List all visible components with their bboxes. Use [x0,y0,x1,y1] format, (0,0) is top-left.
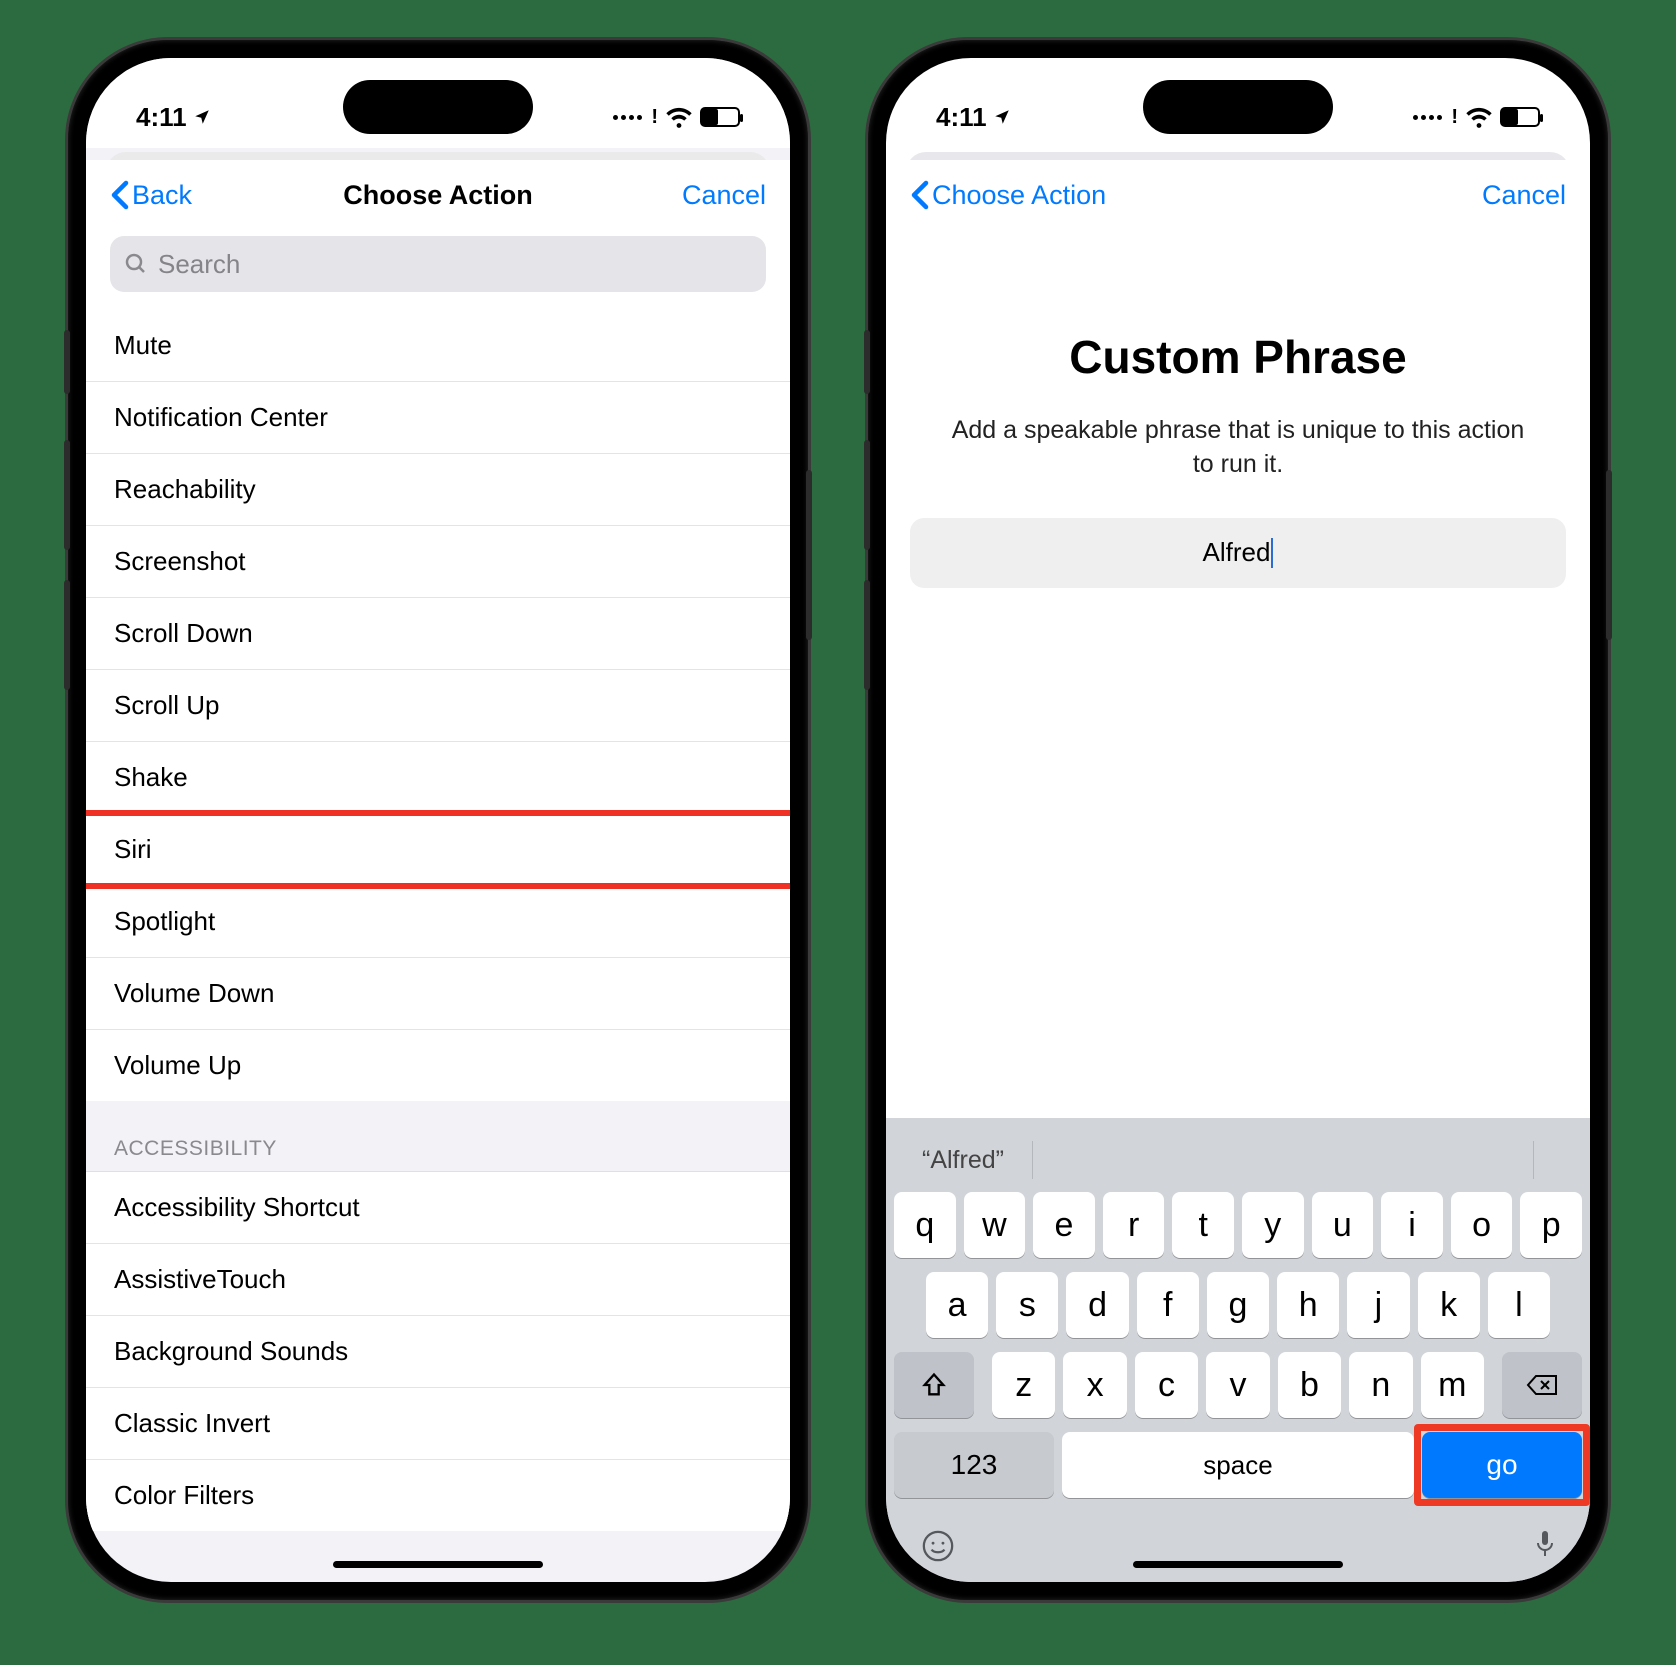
key-o[interactable]: o [1451,1192,1513,1258]
action-row-screenshot[interactable]: Screenshot [86,526,790,598]
nav-bar: Choose Action Cancel [886,160,1590,230]
home-indicator[interactable] [1133,1561,1343,1568]
space-key[interactable]: space [1062,1432,1414,1498]
action-row-notification-center[interactable]: Notification Center [86,382,790,454]
cellular-signal-icon: ! [613,106,658,129]
key-a[interactable]: a [926,1272,988,1338]
action-row-scroll-down[interactable]: Scroll Down [86,598,790,670]
key-r[interactable]: r [1103,1192,1165,1258]
prediction-1[interactable]: “Alfred” [918,1140,1008,1181]
action-row-spotlight[interactable]: Spotlight [86,886,790,958]
section-header-accessibility: ACCESSIBILITY [86,1101,790,1171]
numbers-key[interactable]: 123 [894,1432,1054,1498]
home-indicator[interactable] [333,1561,543,1568]
phrase-input[interactable]: Alfred [910,518,1566,588]
text-caret [1271,538,1273,568]
action-row-siri[interactable]: Siri [86,814,790,886]
status-time: 4:11 [936,102,987,133]
action-row-scroll-up[interactable]: Scroll Up [86,670,790,742]
wifi-icon [666,106,692,128]
battery-icon [700,107,740,127]
key-y[interactable]: y [1242,1192,1304,1258]
screen-left: 4:11 ! Back Choose Action Cancel [86,58,790,1582]
action-row-assistivetouch[interactable]: AssistiveTouch [86,1244,790,1316]
action-row-background-sounds[interactable]: Background Sounds [86,1316,790,1388]
page-subtitle: Add a speakable phrase that is unique to… [946,414,1530,482]
back-label: Back [132,180,192,211]
phrase-value: Alfred [1203,537,1271,568]
action-row-shake[interactable]: Shake [86,742,790,814]
key-b[interactable]: b [1278,1352,1341,1418]
wifi-icon [1466,106,1492,128]
cancel-button[interactable]: Cancel [1482,180,1566,211]
action-row-accessibility-shortcut[interactable]: Accessibility Shortcut [86,1172,790,1244]
screen-right: 4:11 ! Choose Action Cancel Custom Phras… [886,58,1590,1582]
location-icon [193,108,211,126]
delete-key[interactable] [1502,1352,1582,1418]
key-q[interactable]: q [894,1192,956,1258]
key-x[interactable]: x [1063,1352,1126,1418]
key-v[interactable]: v [1206,1352,1269,1418]
status-time: 4:11 [136,102,187,133]
emoji-key[interactable] [918,1526,958,1566]
key-t[interactable]: t [1172,1192,1234,1258]
key-p[interactable]: p [1520,1192,1582,1258]
shift-key[interactable] [894,1352,974,1418]
back-button[interactable]: Back [110,180,192,211]
back-button[interactable]: Choose Action [910,180,1106,211]
key-i[interactable]: i [1381,1192,1443,1258]
nav-title: Choose Action [343,180,533,211]
page-title: Custom Phrase [886,330,1590,384]
key-l[interactable]: l [1488,1272,1550,1338]
key-g[interactable]: g [1207,1272,1269,1338]
key-h[interactable]: h [1277,1272,1339,1338]
action-row-color-filters[interactable]: Color Filters [86,1460,790,1531]
action-row-reachability[interactable]: Reachability [86,454,790,526]
key-j[interactable]: j [1347,1272,1409,1338]
action-row-classic-invert[interactable]: Classic Invert [86,1388,790,1460]
key-c[interactable]: c [1135,1352,1198,1418]
search-input[interactable]: Search [110,236,766,292]
cellular-signal-icon: ! [1413,106,1458,129]
key-u[interactable]: u [1312,1192,1374,1258]
go-key[interactable]: go [1422,1432,1582,1498]
key-d[interactable]: d [1066,1272,1128,1338]
key-z[interactable]: z [992,1352,1055,1418]
key-n[interactable]: n [1349,1352,1412,1418]
action-row-volume-down[interactable]: Volume Down [86,958,790,1030]
action-list: MuteNotification CenterReachabilityScree… [86,310,790,1582]
battery-icon [1500,107,1540,127]
key-s[interactable]: s [996,1272,1058,1338]
phone-right: 4:11 ! Choose Action Cancel Custom Phras… [868,40,1608,1600]
location-icon [993,108,1011,126]
key-k[interactable]: k [1418,1272,1480,1338]
key-f[interactable]: f [1137,1272,1199,1338]
prediction-bar[interactable]: “Alfred” [894,1128,1582,1192]
nav-bar: Back Choose Action Cancel [86,160,790,230]
key-w[interactable]: w [964,1192,1026,1258]
back-label: Choose Action [932,180,1106,211]
dynamic-island [343,80,533,134]
key-m[interactable]: m [1421,1352,1484,1418]
dictation-key[interactable] [1532,1529,1558,1564]
action-row-volume-up[interactable]: Volume Up [86,1030,790,1101]
phone-left: 4:11 ! Back Choose Action Cancel [68,40,808,1600]
key-e[interactable]: e [1033,1192,1095,1258]
search-placeholder: Search [158,249,240,280]
cancel-button[interactable]: Cancel [682,180,766,211]
dynamic-island [1143,80,1333,134]
action-row-mute[interactable]: Mute [86,310,790,382]
keyboard: “Alfred” qwertyuiop asdfghjkl zxcvbnm 12… [886,1118,1590,1582]
